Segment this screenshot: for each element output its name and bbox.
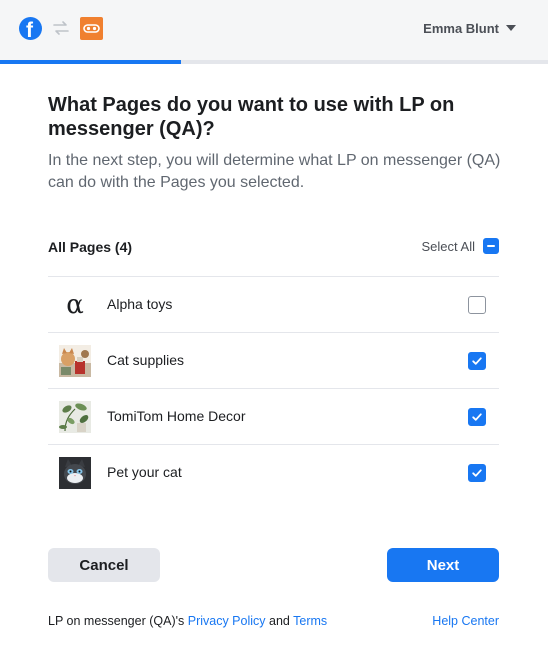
page-row[interactable]: TomiTom Home Decor bbox=[48, 389, 499, 445]
top-bar: f Emma Blunt bbox=[0, 0, 548, 60]
page-row[interactable]: Pet your cat bbox=[48, 445, 499, 500]
cat-photo bbox=[59, 457, 91, 489]
select-all-label[interactable]: Select All bbox=[422, 239, 475, 254]
select-all[interactable]: Select All bbox=[422, 238, 499, 254]
caret-down-icon[interactable] bbox=[506, 25, 516, 31]
dialog-title: What Pages do you want to use with LP on… bbox=[48, 94, 455, 140]
dialog-subtitle: In the next step, you will determine wha… bbox=[48, 152, 501, 191]
user-menu[interactable]: Emma Blunt bbox=[423, 19, 516, 37]
checkmark-icon bbox=[472, 357, 482, 365]
footer: LP on messenger (QA)'s Privacy Policy an… bbox=[48, 614, 499, 628]
page-checkbox[interactable] bbox=[468, 464, 486, 482]
page-name: Cat supplies bbox=[107, 352, 185, 368]
app-icon bbox=[80, 17, 103, 40]
checkmark-icon bbox=[472, 413, 482, 421]
home-decor-photo bbox=[59, 401, 91, 433]
page-name: Pet your cat bbox=[107, 464, 182, 480]
page-list: α Alpha toys Cat supplies TomiTom Home D… bbox=[48, 276, 499, 500]
page-checkbox[interactable] bbox=[468, 352, 486, 370]
footer-app-name: LP on messenger (QA)'s bbox=[48, 614, 185, 628]
swap-arrows-icon bbox=[53, 21, 69, 35]
select-all-checkbox[interactable] bbox=[483, 238, 499, 254]
checkmark-icon bbox=[472, 469, 482, 477]
footer-and-text: and bbox=[269, 614, 290, 628]
list-header: All Pages (4) Select All bbox=[48, 236, 499, 260]
progress-bar bbox=[0, 60, 548, 64]
cancel-button[interactable]: Cancel bbox=[48, 548, 160, 582]
user-name[interactable]: Emma Blunt bbox=[423, 21, 499, 36]
page-checkbox[interactable] bbox=[468, 408, 486, 426]
next-button[interactable]: Next bbox=[387, 548, 499, 582]
progress-fill bbox=[0, 60, 181, 64]
page-row[interactable]: Cat supplies bbox=[48, 333, 499, 389]
page-checkbox[interactable] bbox=[468, 296, 486, 314]
terms-link[interactable]: Terms bbox=[293, 614, 327, 628]
page-row[interactable]: α Alpha toys bbox=[48, 277, 499, 333]
help-center-link[interactable]: Help Center bbox=[432, 614, 499, 628]
page-name: TomiTom Home Decor bbox=[107, 408, 246, 424]
alpha-symbol-icon: α bbox=[66, 290, 84, 320]
facebook-icon: f bbox=[19, 17, 42, 40]
privacy-policy-link[interactable]: Privacy Policy bbox=[188, 614, 266, 628]
cat-supplies-photo bbox=[59, 345, 91, 377]
page-name: Alpha toys bbox=[107, 296, 173, 312]
all-pages-label: All Pages (4) bbox=[48, 239, 133, 255]
